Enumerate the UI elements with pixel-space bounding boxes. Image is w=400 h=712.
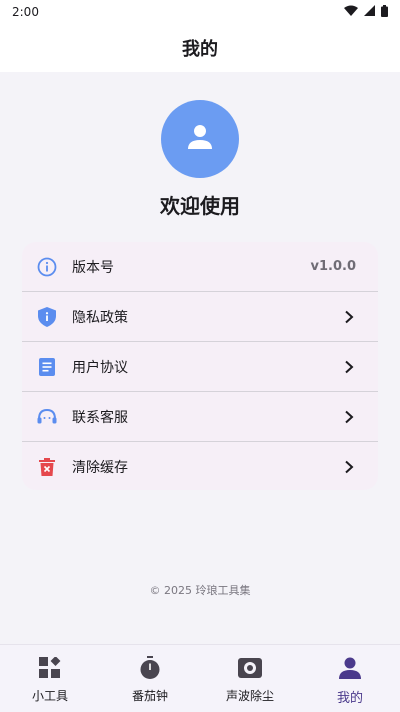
signal-icon xyxy=(364,5,375,19)
nav-label: 声波除尘 xyxy=(225,689,274,703)
page-title: 我的 xyxy=(182,39,218,60)
menu-item-label: 联系客服 xyxy=(72,409,128,426)
timer-icon xyxy=(136,655,164,681)
status-time: 2:00 xyxy=(12,5,39,19)
widgets-icon xyxy=(36,655,64,681)
headset-icon xyxy=(36,406,58,428)
menu-item-version: 版本号 v1.0.0 xyxy=(22,242,378,292)
trash-icon xyxy=(36,456,58,478)
menu-item-agreement[interactable]: 用户协议 xyxy=(22,342,378,392)
bottom-nav: 小工具 番茄钟 声波除尘 我的 xyxy=(0,644,400,712)
menu-item-clear-cache[interactable]: 清除缓存 xyxy=(22,442,378,490)
status-icons xyxy=(344,4,388,20)
status-bar: 2:00 xyxy=(0,0,400,24)
chevron-right-icon xyxy=(342,310,356,324)
menu-item-label: 隐私政策 xyxy=(72,309,128,326)
welcome-text: 欢迎使用 xyxy=(160,194,240,218)
info-icon xyxy=(36,256,58,278)
nav-item-mine[interactable]: 我的 xyxy=(300,645,400,712)
nav-label: 番茄钟 xyxy=(131,689,168,703)
wifi-icon xyxy=(344,5,358,19)
menu-item-support[interactable]: 联系客服 xyxy=(22,392,378,442)
person-icon xyxy=(336,655,364,681)
chevron-right-icon xyxy=(342,360,356,374)
main-content: 欢迎使用 版本号 v1.0.0 隐私政策 用户协议 联系客服 清除缓存 © 20… xyxy=(0,72,400,644)
nav-item-pomodoro[interactable]: 番茄钟 xyxy=(100,645,200,712)
nav-label: 我的 xyxy=(336,691,363,706)
app-bar: 我的 xyxy=(0,24,400,72)
nav-label: 小工具 xyxy=(31,689,68,703)
shield-icon xyxy=(36,306,58,328)
chevron-right-icon xyxy=(342,460,356,474)
nav-item-tools[interactable]: 小工具 xyxy=(0,645,100,712)
menu-item-label: 版本号 xyxy=(72,259,114,276)
chevron-right-icon xyxy=(342,410,356,424)
document-icon xyxy=(36,356,58,378)
menu-item-privacy[interactable]: 隐私政策 xyxy=(22,292,378,342)
nav-item-sonic-clean[interactable]: 声波除尘 xyxy=(200,645,300,712)
version-value: v1.0.0 xyxy=(310,259,357,274)
copyright-footer: © 2025 玲琅工具集 xyxy=(149,584,251,597)
battery-icon xyxy=(381,4,388,20)
avatar[interactable] xyxy=(161,100,239,178)
person-icon xyxy=(182,119,218,159)
menu-item-label: 用户协议 xyxy=(72,359,128,376)
menu-item-label: 清除缓存 xyxy=(72,460,128,476)
settings-card: 版本号 v1.0.0 隐私政策 用户协议 联系客服 清除缓存 xyxy=(22,242,378,490)
speaker-icon xyxy=(236,655,264,681)
